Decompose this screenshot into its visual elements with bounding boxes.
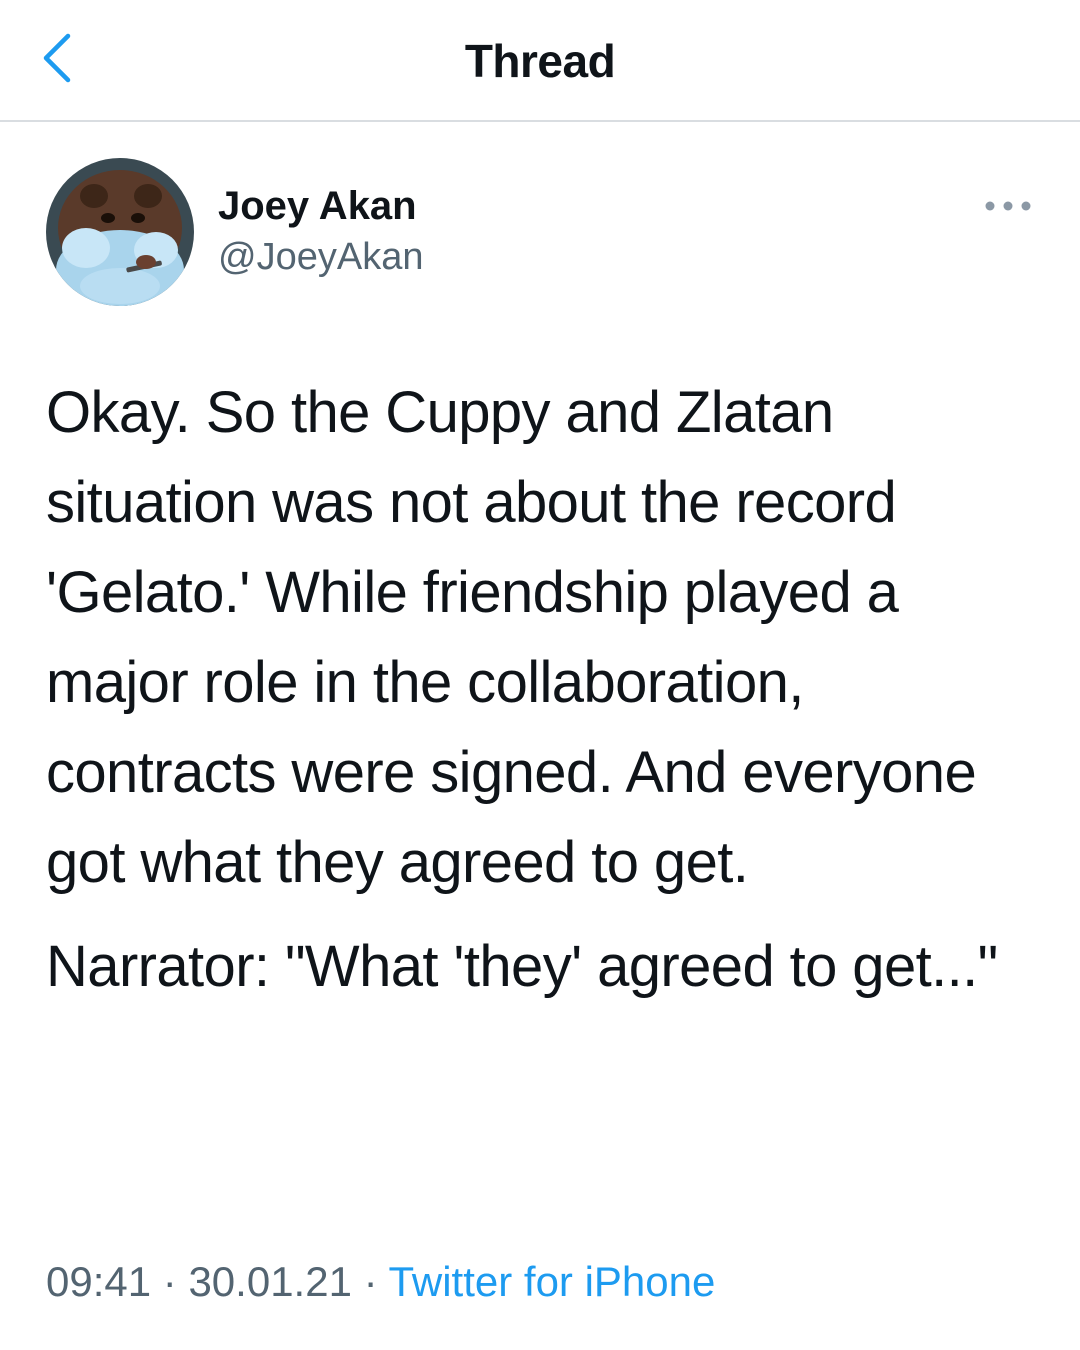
page-title: Thread [464,35,616,87]
tweet-date: 30.01.21 [188,1258,352,1305]
tweet-paragraph: Okay. So the Cuppy and Zlatan situation … [46,380,977,895]
avatar[interactable] [46,158,194,306]
author-display-name[interactable]: Joey Akan [218,184,417,229]
top-bar: Thread [0,0,1080,122]
author-handle[interactable]: @JoeyAkan [218,236,423,279]
tweet-paragraph: Narrator: "What 'they' agreed to get..." [46,934,998,999]
tweet-time: 09:41 [46,1258,152,1305]
tweet-metadata: 09:41 · 30.01.21 · Twitter for iPhone [46,1258,715,1306]
tweet-body: Okay. So the Cuppy and Zlatan situation … [46,368,1046,1012]
meta-separator: · [162,1258,177,1305]
meta-separator: · [363,1258,378,1305]
more-horizontal-icon [985,201,1031,211]
tweet: Joey Akan @JoeyAkan Okay. So the Cuppy a… [0,122,1080,1350]
tweet-source-link[interactable]: Twitter for iPhone [389,1258,716,1305]
more-options-button[interactable] [980,194,1036,218]
